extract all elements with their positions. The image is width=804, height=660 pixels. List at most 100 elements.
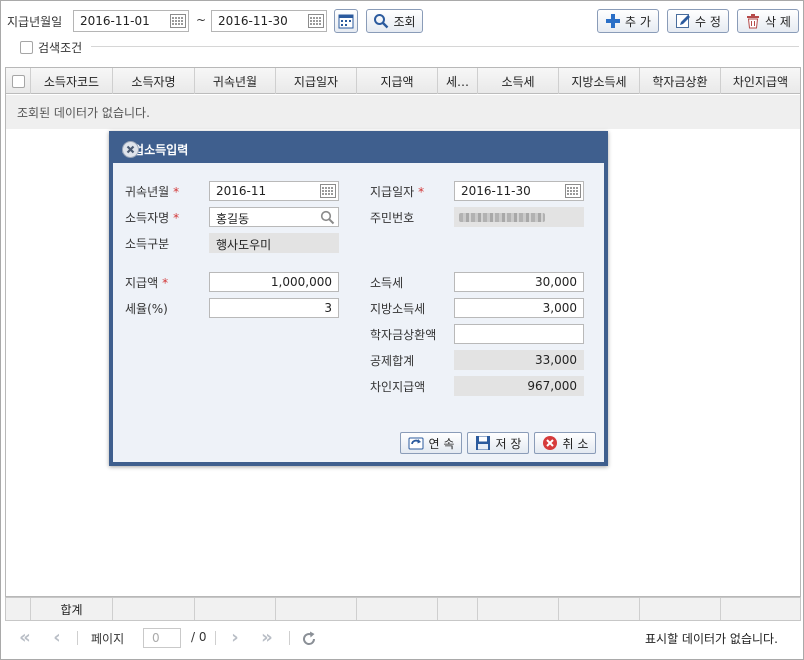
local-tax-label: 지방소득세 [370, 302, 426, 316]
condition-label: 검색조건 [38, 41, 83, 55]
grid-col-pay-date[interactable]: 지급일자 [276, 68, 357, 94]
required-mark: * [162, 276, 169, 290]
grid-header: 소득자코드 소득자명 귀속년월 지급일자 지급액 세… 소득세 지방소득세 학자… [6, 68, 800, 94]
grid-col-attr-month[interactable]: 귀속년월 [195, 68, 276, 94]
footer-cell [276, 598, 357, 620]
income-type-value: 행사도우미 [216, 238, 272, 252]
calendar-icon [338, 13, 354, 29]
footer-cell [478, 598, 559, 620]
loan-repay-label: 학자금상환액 [370, 328, 437, 342]
resident-no-field [454, 207, 584, 227]
page-input[interactable]: 0 [143, 628, 181, 648]
deduction-total-label: 공제합계 [370, 354, 415, 368]
footer-cell [113, 598, 195, 620]
earner-name-input[interactable]: 홍길동 [209, 207, 339, 227]
pay-date-label: 지급일자 * [370, 183, 424, 200]
add-button[interactable]: 추 가 [597, 9, 659, 33]
grid-col-earner-name[interactable]: 소득자명 [113, 68, 195, 94]
income-type-field: 행사도우미 [209, 233, 339, 253]
edit-button[interactable]: 수 정 [667, 9, 729, 33]
footer-total-label: 합계 [31, 598, 113, 620]
search-icon[interactable] [320, 210, 335, 225]
loan-repay-input[interactable] [454, 324, 584, 344]
dialog-titlebar: 사업소득입력 [113, 135, 604, 163]
footer-cell [195, 598, 276, 620]
calendar-icon[interactable] [565, 184, 581, 198]
grid-col-income-tax[interactable]: 소득세 [478, 68, 559, 94]
deduction-total-field: 33,000 [454, 350, 584, 370]
footer-cell [438, 598, 478, 620]
grid-col-local-tax[interactable]: 지방소득세 [559, 68, 640, 94]
pay-date-input[interactable]: 2016-11-30 [454, 181, 584, 201]
date-from-input[interactable]: 2016-11-01 [73, 10, 189, 32]
add-button-label: 추 가 [625, 14, 651, 29]
pay-amount-label-text: 지급액 [125, 276, 159, 290]
calendar-icon[interactable] [308, 14, 324, 28]
net-pay-value: 967,000 [527, 379, 577, 393]
delete-button-label: 삭 제 [765, 14, 791, 29]
date-to-input[interactable]: 2016-11-30 [211, 10, 327, 32]
tax-rate-value: 3 [324, 301, 332, 315]
refresh-icon[interactable] [299, 629, 319, 649]
prev-page-icon[interactable]: ‹ [47, 628, 67, 648]
grid-col-tax-rate[interactable]: 세… [438, 68, 478, 94]
income-tax-input[interactable]: 30,000 [454, 272, 584, 292]
footer-cell [559, 598, 640, 620]
dialog-body: 귀속년월 * 2016-11 소득자명 * 홍길동 소득구분 행사도우미 지급액 * [113, 163, 604, 462]
calendar-icon[interactable] [320, 184, 336, 198]
condition-checkbox[interactable] [20, 41, 33, 54]
cancel-icon [542, 435, 558, 451]
first-page-icon[interactable]: « [15, 628, 35, 648]
earner-name-label-text: 소득자명 [125, 211, 170, 225]
footer-cell [357, 598, 438, 620]
earner-name-label: 소득자명 * [125, 209, 179, 226]
main-window: 지급년월일 2016-11-01 ~ 2016-11-30 조회 추 가 수 정… [0, 0, 804, 660]
pager: « ‹ 페이지 0 / 0 › » 표시할 데이터가 없습니다. [5, 622, 801, 656]
search-button[interactable]: 조회 [366, 9, 423, 33]
pager-separator [289, 631, 290, 645]
cancel-button-label: 취 소 [562, 436, 589, 451]
local-tax-input[interactable]: 3,000 [454, 298, 584, 318]
continue-icon [408, 435, 424, 451]
income-type-label: 소득구분 [125, 237, 170, 251]
calendar-button[interactable] [334, 9, 358, 33]
attr-month-label-text: 귀속년월 [125, 185, 170, 199]
cancel-button[interactable]: 취 소 [534, 432, 596, 454]
income-tax-value: 30,000 [535, 275, 577, 289]
save-button[interactable]: 저 장 [467, 432, 529, 454]
close-icon[interactable] [122, 141, 139, 158]
continue-button-label: 연 속 [428, 436, 455, 451]
grid-col-net-pay[interactable]: 차인지급액 [721, 68, 800, 94]
plus-icon [605, 13, 621, 29]
next-page-icon[interactable]: › [225, 628, 245, 648]
attr-month-label: 귀속년월 * [125, 183, 179, 200]
grid-col-loan-repay[interactable]: 학자금상환 [640, 68, 721, 94]
period-label: 지급년월일 [7, 15, 63, 29]
range-separator: ~ [196, 13, 207, 27]
delete-button[interactable]: 삭 제 [737, 9, 799, 33]
pay-amount-label: 지급액 * [125, 274, 168, 291]
local-tax-value: 3,000 [542, 301, 577, 315]
pay-amount-input[interactable]: 1,000,000 [209, 272, 339, 292]
net-pay-field: 967,000 [454, 376, 584, 396]
required-mark: * [173, 211, 180, 225]
income-tax-label: 소득세 [370, 276, 404, 290]
footer-cell [721, 598, 800, 620]
last-page-icon[interactable]: » [257, 628, 277, 648]
floppy-icon [475, 435, 491, 451]
edit-icon [675, 13, 691, 29]
pay-date-label-text: 지급일자 [370, 185, 415, 199]
grid-col-pay-amount[interactable]: 지급액 [357, 68, 438, 94]
calendar-icon[interactable] [170, 14, 186, 28]
tax-rate-input[interactable]: 3 [209, 298, 339, 318]
grid-col-earner-code[interactable]: 소득자코드 [31, 68, 113, 94]
grid-select-all[interactable] [6, 68, 31, 94]
search-icon [373, 13, 389, 29]
select-all-checkbox[interactable] [11, 74, 25, 88]
attr-month-input[interactable]: 2016-11 [209, 181, 339, 201]
pager-separator [215, 631, 216, 645]
page-label: 페이지 [91, 632, 125, 646]
continue-button[interactable]: 연 속 [400, 432, 462, 454]
date-from-value: 2016-11-01 [80, 14, 150, 28]
net-pay-label: 차인지급액 [370, 380, 426, 394]
